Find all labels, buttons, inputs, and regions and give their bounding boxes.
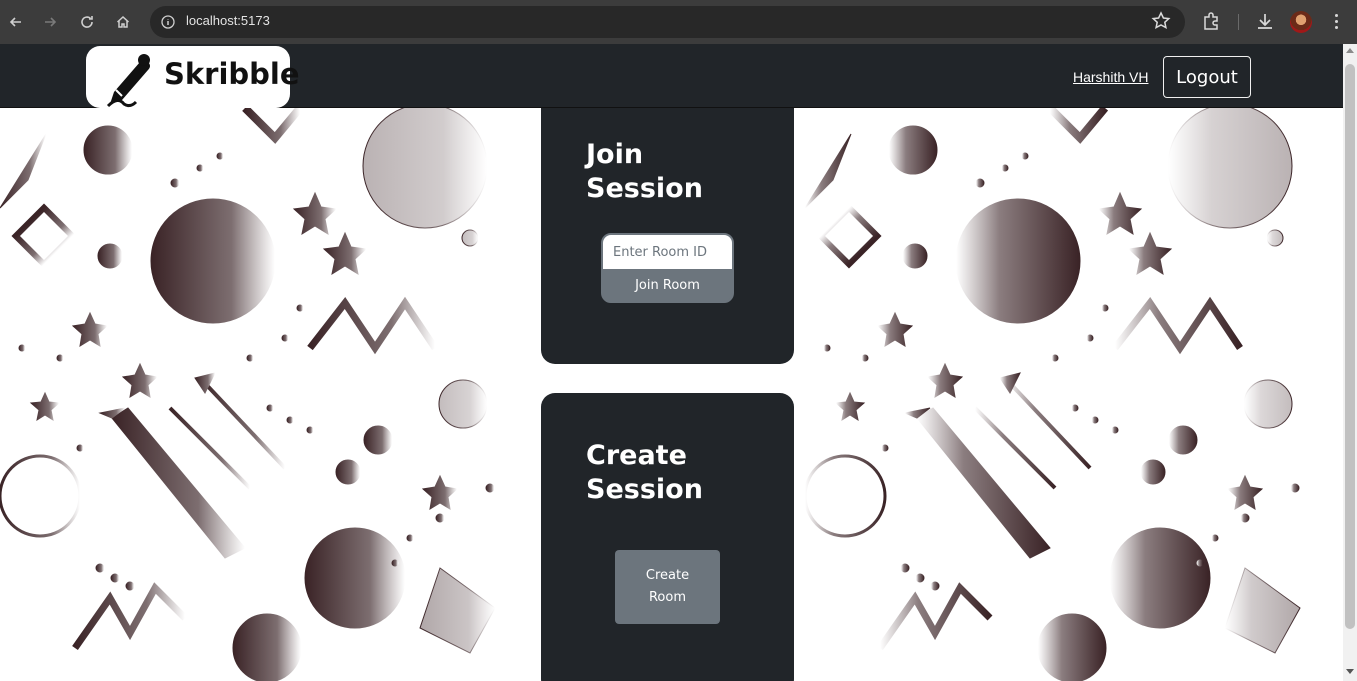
pen-icon	[106, 54, 150, 108]
join-room-form: Join Room	[601, 233, 734, 303]
toolbar-divider	[1238, 14, 1239, 30]
room-id-input[interactable]	[603, 235, 732, 269]
address-bar[interactable]: localhost:5173	[150, 6, 1185, 38]
back-icon[interactable]	[4, 10, 28, 34]
menu-icon[interactable]	[1328, 10, 1344, 32]
create-room-button[interactable]: Create Room	[615, 550, 720, 624]
join-session-card: Join Session Join Room	[541, 108, 794, 364]
url-text[interactable]: localhost:5173	[186, 13, 270, 28]
main-content: Join Session Join Room Create Session Cr…	[0, 108, 1343, 681]
logout-button[interactable]: Logout	[1163, 56, 1251, 98]
create-session-card: Create Session Create Room	[541, 393, 794, 681]
create-session-title: Create Session	[586, 440, 703, 505]
browser-toolbar: localhost:5173	[0, 0, 1357, 44]
scroll-up-arrow-icon[interactable]	[1346, 48, 1354, 53]
home-icon[interactable]	[111, 10, 135, 34]
bookmark-star-icon[interactable]	[1150, 10, 1172, 32]
download-icon[interactable]	[1254, 10, 1276, 32]
site-info-icon[interactable]	[160, 14, 176, 30]
forward-icon[interactable]	[38, 10, 62, 34]
brand-logo[interactable]: Skribble	[86, 46, 300, 108]
scrollbar-thumb[interactable]	[1345, 64, 1355, 629]
app-navbar: Skribble Harshith VH Logout	[0, 44, 1343, 108]
brand-name: Skribble	[164, 57, 300, 91]
user-profile-link[interactable]: Harshith VH	[1073, 69, 1148, 85]
page-scrollbar[interactable]	[1343, 44, 1357, 681]
profile-avatar[interactable]	[1290, 11, 1312, 33]
scroll-down-arrow-icon[interactable]	[1346, 669, 1354, 674]
extensions-icon[interactable]	[1200, 10, 1222, 32]
reload-icon[interactable]	[75, 10, 99, 34]
join-room-button[interactable]: Join Room	[603, 269, 732, 301]
join-session-title: Join Session	[586, 139, 703, 204]
